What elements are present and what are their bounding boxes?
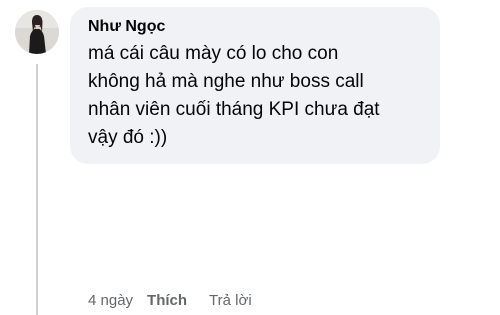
comment-timestamp[interactable]: 4 ngày [88,292,133,310]
reply-button[interactable]: Trả lời [209,292,252,310]
avatar-photo-icon [15,10,59,54]
thread-line [36,64,38,315]
comment-actions: 4 ngày Thích Trả lời [88,292,252,310]
comment-bubble: Như Ngọc má cái câu mày có lo cho con kh… [70,7,440,164]
comment-author[interactable]: Như Ngọc [88,17,426,37]
avatar[interactable] [15,10,59,54]
like-button[interactable]: Thích [147,292,187,310]
comment-text: má cái câu mày có lo cho con không hả mà… [88,43,380,148]
